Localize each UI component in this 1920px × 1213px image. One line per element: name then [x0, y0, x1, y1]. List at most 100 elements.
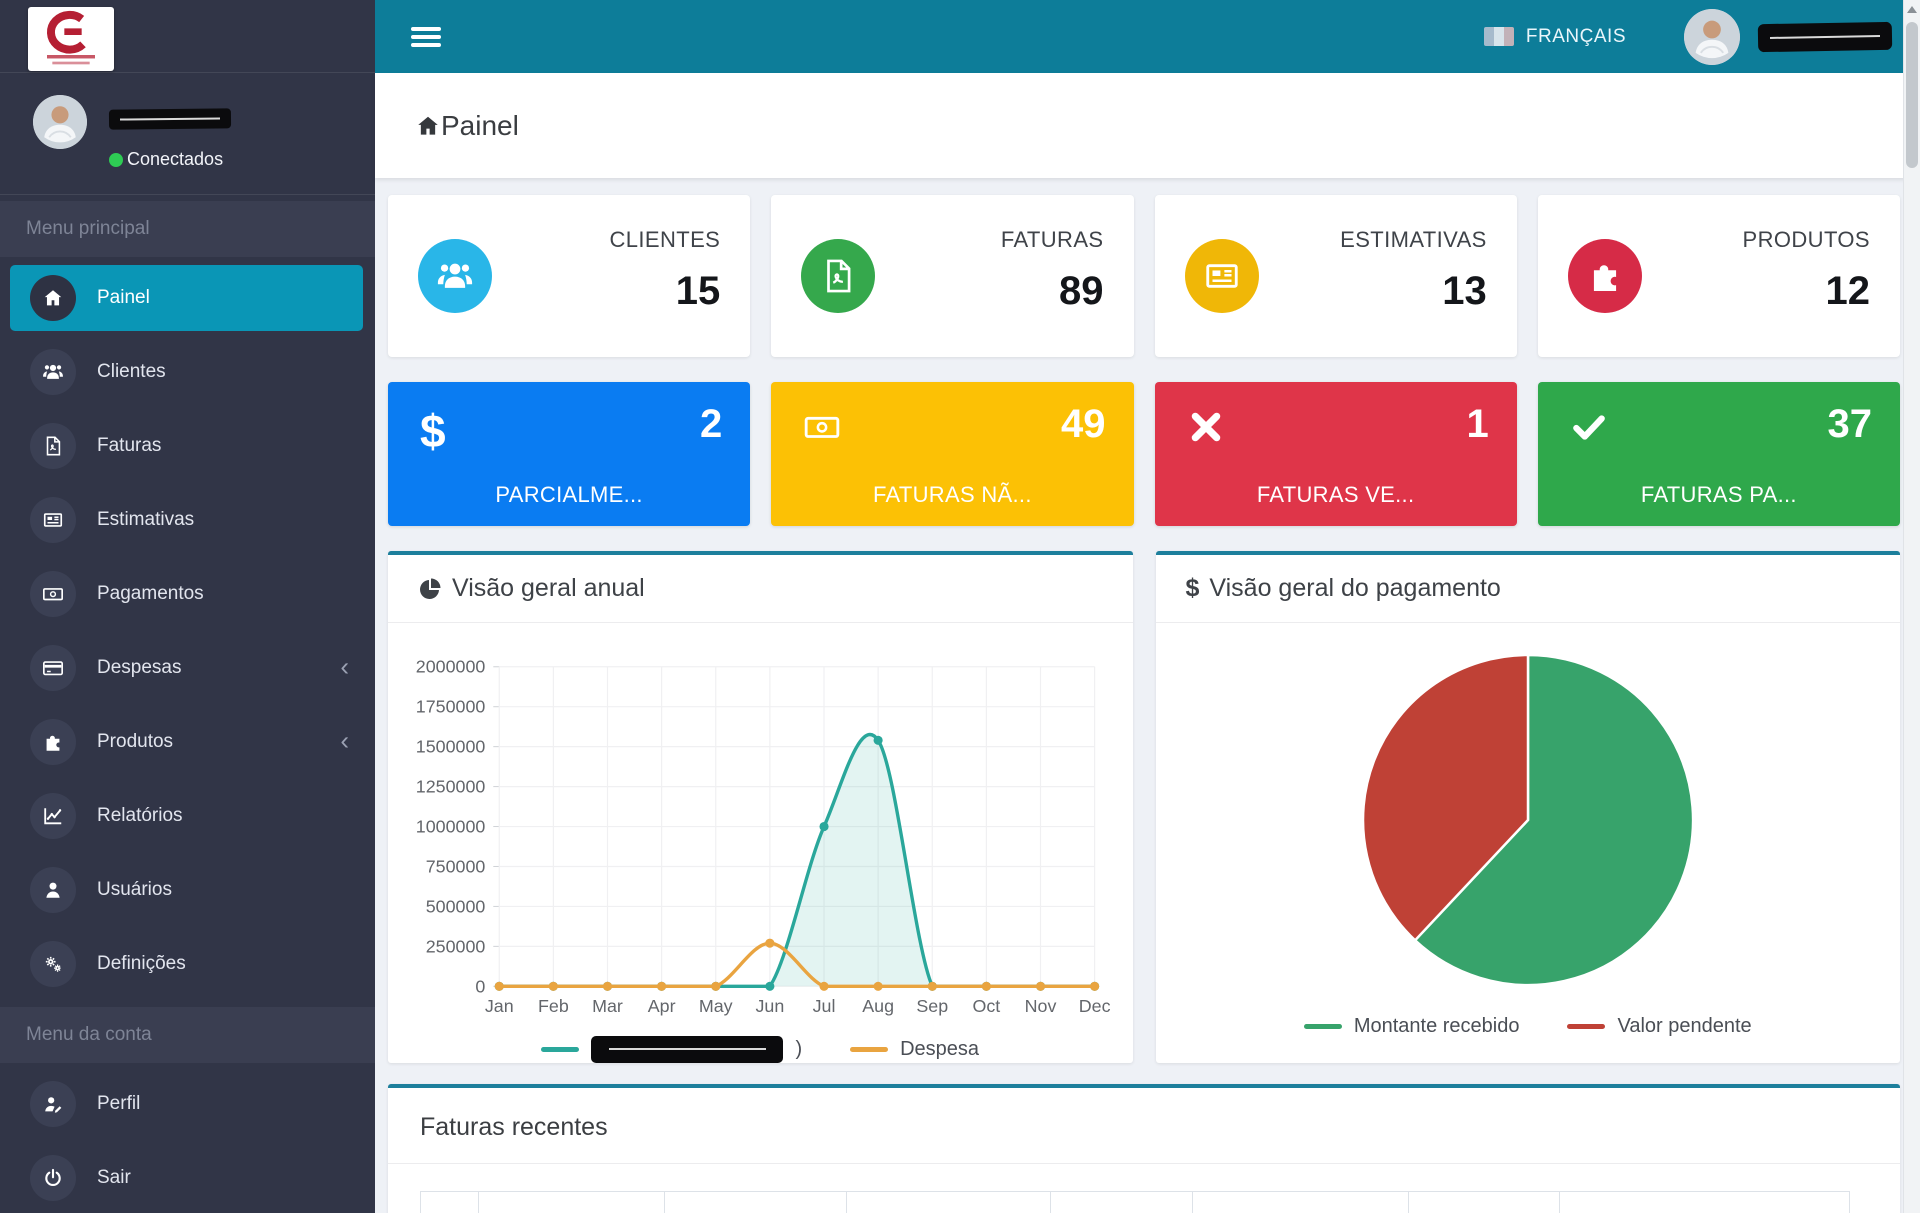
- svg-text:Jan: Jan: [485, 996, 514, 1016]
- legend-swatch: [1567, 1024, 1605, 1029]
- svg-text:500000: 500000: [426, 896, 486, 916]
- chart-pie-icon: [418, 577, 442, 601]
- person-photo: [1684, 9, 1740, 65]
- sidebar-item-relatorios[interactable]: Relatórios: [0, 779, 375, 853]
- hamburger-menu-icon[interactable]: [411, 23, 441, 51]
- sidebar: Conectados Menu principal Painel Cliente…: [0, 0, 375, 1213]
- topbar-user-name-redacted[interactable]: [1758, 21, 1892, 51]
- status-label: Conectados: [127, 149, 223, 170]
- payment-pie-chart: Montante recebido Valor pendente: [1156, 623, 1901, 1038]
- sidebar-item-despesas[interactable]: Despesas ‹: [0, 631, 375, 705]
- chart-line-icon: [30, 793, 76, 839]
- sidebar-item-faturas[interactable]: Faturas: [0, 409, 375, 483]
- chevron-left-icon: ‹: [340, 653, 349, 679]
- stat-card-faturas: FATURAS 89: [771, 195, 1133, 357]
- topbar-avatar[interactable]: [1684, 9, 1740, 65]
- table-header-cell: [479, 1192, 665, 1213]
- scrollbar-thumb[interactable]: [1906, 22, 1918, 168]
- online-dot-icon: [109, 153, 123, 167]
- svg-text:1000000: 1000000: [416, 816, 486, 836]
- sidebar-item-label: Relatórios: [97, 805, 183, 827]
- sidebar-item-label: Despesas: [97, 657, 182, 679]
- stat-card-estimativas: ESTIMATIVAS 13: [1155, 195, 1517, 357]
- legend-item-despesa[interactable]: Despesa: [850, 1038, 979, 1061]
- status-card-partially-paid: $ 2 PARCIALME...: [388, 382, 750, 526]
- svg-text:Nov: Nov: [1025, 996, 1057, 1016]
- dashboard-content: CLIENTES 15 FATURAS 89 ESTIMATIVAS 13: [375, 178, 1920, 1213]
- legend-item-pending[interactable]: Valor pendente: [1567, 1015, 1751, 1038]
- language-selector[interactable]: FRANÇAIS: [1526, 26, 1626, 48]
- status-label: FATURAS NÃ...: [771, 482, 1133, 508]
- legend-suffix: ): [795, 1038, 802, 1061]
- users-icon: [418, 239, 492, 313]
- svg-text:2000000: 2000000: [416, 657, 486, 677]
- stat-cards-row: CLIENTES 15 FATURAS 89 ESTIMATIVAS 13: [388, 195, 1900, 357]
- svg-text:Jun: Jun: [755, 996, 784, 1016]
- newspaper-icon: [1185, 239, 1259, 313]
- recent-invoices-table: [420, 1191, 1850, 1213]
- table-header-cell: [1051, 1192, 1193, 1213]
- stat-card-clientes: CLIENTES 15: [388, 195, 750, 357]
- main-area: FRANÇAIS Painel: [375, 0, 1920, 1213]
- legend-item-received[interactable]: Montante recebido: [1304, 1015, 1520, 1038]
- status-label: FATURAS PA...: [1538, 482, 1900, 508]
- sidebar-item-label: Produtos: [97, 731, 173, 753]
- newspaper-icon: [30, 497, 76, 543]
- check-icon: [1570, 408, 1608, 451]
- table-header-cell: [1560, 1192, 1850, 1213]
- status-label: FATURAS VE...: [1155, 482, 1517, 508]
- svg-text:Oct: Oct: [972, 996, 1000, 1016]
- table-header-row: [421, 1192, 1850, 1213]
- svg-text:Aug: Aug: [862, 996, 894, 1016]
- scrollbar[interactable]: [1903, 0, 1920, 1213]
- app-logo[interactable]: [28, 7, 114, 71]
- svg-text:Mar: Mar: [592, 996, 623, 1016]
- sidebar-item-usuarios[interactable]: Usuários: [0, 853, 375, 927]
- sidebar-item-pagamentos[interactable]: Pagamentos: [0, 557, 375, 631]
- legend-swatch: [1304, 1024, 1342, 1029]
- user-avatar[interactable]: [33, 95, 87, 149]
- file-pdf-icon: [801, 239, 875, 313]
- line-chart-svg: 0250000500000750000100000012500001500000…: [400, 637, 1115, 1034]
- sidebar-item-estimativas[interactable]: Estimativas: [0, 483, 375, 557]
- svg-text:750000: 750000: [426, 856, 486, 876]
- file-pdf-icon: [30, 423, 76, 469]
- sidebar-item-sair[interactable]: Sair: [0, 1141, 375, 1213]
- sidebar-item-label: Estimativas: [97, 509, 194, 531]
- sidebar-item-label: Sair: [97, 1167, 131, 1189]
- scroll-up-icon[interactable]: [1907, 6, 1917, 13]
- table-header-cell: [421, 1192, 479, 1213]
- svg-text:Jul: Jul: [813, 996, 836, 1016]
- sidebar-item-produtos[interactable]: Produtos ‹: [0, 705, 375, 779]
- french-flag-icon: [1484, 27, 1514, 46]
- payment-overview-card: $ Visão geral do pagamento Montante rece…: [1156, 551, 1901, 1063]
- legend-label: Montante recebido: [1354, 1015, 1520, 1038]
- sidebar-item-painel[interactable]: Painel: [10, 265, 363, 331]
- payment-overview-title: $ Visão geral do pagamento: [1156, 555, 1901, 623]
- user-name-redacted: [109, 108, 231, 129]
- money-bill-icon: [803, 408, 841, 451]
- svg-text:1250000: 1250000: [416, 777, 486, 797]
- sidebar-item-definicoes[interactable]: Definições: [0, 927, 375, 1001]
- svg-text:250000: 250000: [426, 936, 486, 956]
- svg-text:1750000: 1750000: [416, 697, 486, 717]
- legend-item-income[interactable]: ): [541, 1036, 802, 1063]
- pie-chart-svg: [1359, 651, 1697, 989]
- home-icon: [415, 113, 441, 139]
- sidebar-item-label: Perfil: [97, 1093, 140, 1115]
- sidebar-item-clientes[interactable]: Clientes: [0, 335, 375, 409]
- recent-invoices-title: Faturas recentes: [388, 1088, 1900, 1164]
- sidebar-item-label: Definições: [97, 953, 186, 975]
- status-card-paid: 37 FATURAS PA...: [1538, 382, 1900, 526]
- chevron-left-icon: ‹: [340, 727, 349, 753]
- table-header-cell: [1409, 1192, 1560, 1213]
- status-cards-row: $ 2 PARCIALME... 49 FATURAS NÃ... 1: [388, 382, 1900, 526]
- breadcrumb: Painel: [375, 73, 1920, 178]
- user-icon: [30, 867, 76, 913]
- user-edit-icon: [30, 1081, 76, 1127]
- svg-text:Sep: Sep: [916, 996, 948, 1016]
- credit-card-icon: [30, 645, 76, 691]
- sidebar-item-perfil[interactable]: Perfil: [0, 1067, 375, 1141]
- sidebar-item-label: Painel: [97, 287, 150, 309]
- svg-text:Apr: Apr: [648, 996, 676, 1016]
